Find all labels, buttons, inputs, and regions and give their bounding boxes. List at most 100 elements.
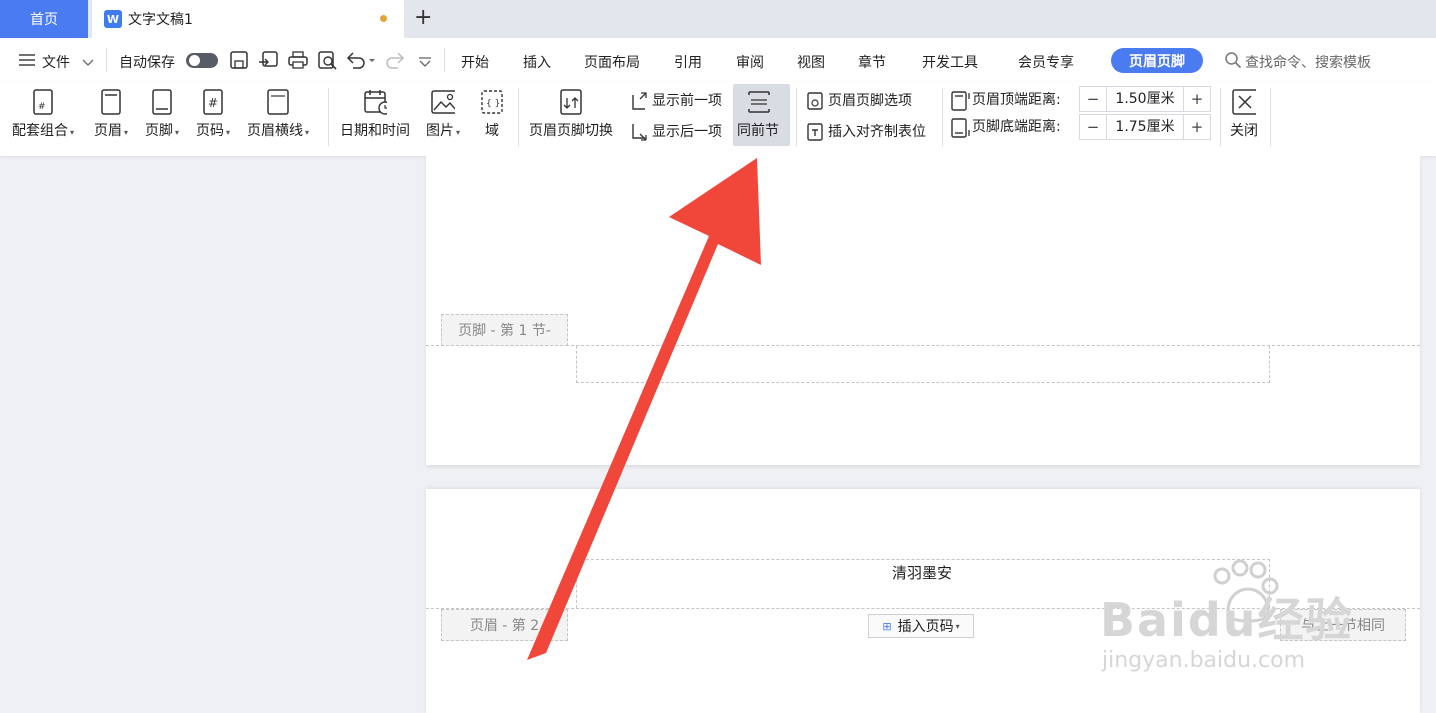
close-header-footer-button[interactable]: 关闭 <box>1230 88 1258 140</box>
header-footer-options-button[interactable]: 页眉页脚选项 <box>806 90 912 110</box>
hamburger-icon[interactable] <box>18 53 36 67</box>
page-number-small-icon: ⊞ <box>882 619 892 633</box>
undo-icon[interactable] <box>345 50 375 74</box>
menu-header-footer-tab[interactable]: 页眉页脚 <box>1111 48 1203 73</box>
header-button[interactable]: 页眉 ▾ <box>94 88 128 140</box>
writer-doc-icon: W <box>104 10 122 28</box>
footer-bottom-distance-stepper[interactable]: − 1.75厘米 + <box>1079 114 1211 140</box>
watermark-url: jingyan.baidu.com <box>1102 648 1306 673</box>
more-quick-actions-icon[interactable] <box>418 55 432 71</box>
show-next-button[interactable]: 显示后一项 <box>630 121 722 141</box>
field-icon: { } <box>480 88 504 116</box>
divider <box>444 48 445 72</box>
date-time-label: 日期和时间 <box>340 123 410 139</box>
header-top-distance: 页眉顶端距离: <box>950 89 1061 111</box>
divider <box>1220 88 1221 146</box>
show-next-label: 显示后一项 <box>652 124 722 140</box>
field-label: 域 <box>485 123 499 139</box>
tab-document[interactable]: W 文字文稿1 <box>92 0 404 38</box>
increase-button[interactable]: + <box>1184 118 1210 136</box>
field-button[interactable]: { } 域 <box>480 88 504 140</box>
autosave-toggle[interactable] <box>186 53 218 68</box>
footer-edit-area[interactable] <box>576 346 1270 383</box>
show-next-icon <box>630 122 648 141</box>
page-number-button[interactable]: # 页码 ▾ <box>196 88 230 140</box>
same-as-previous-label: 同前节 <box>737 123 779 139</box>
menu-insert[interactable]: 插入 <box>523 52 551 72</box>
watermark-brand: Baidu经验 <box>1100 593 1354 647</box>
footer-label: 页脚 <box>145 123 173 139</box>
redo-icon[interactable] <box>386 50 406 74</box>
switch-button[interactable]: 页眉页脚切换 <box>529 88 613 140</box>
divider <box>518 88 519 146</box>
header-text[interactable]: 清羽墨安 <box>892 562 952 583</box>
switch-icon <box>559 88 583 116</box>
combo-label: 配套组合 <box>12 123 68 139</box>
svg-text:{ }: { } <box>486 99 500 109</box>
menu-chapter[interactable]: 章节 <box>858 52 886 72</box>
decrease-button[interactable]: − <box>1080 90 1106 108</box>
header-top-distance-stepper[interactable]: − 1.50厘米 + <box>1079 86 1211 112</box>
combo-button[interactable]: # 配套组合 ▾ <box>12 88 74 140</box>
date-time-button[interactable]: 日期和时间 <box>340 88 410 140</box>
divider <box>328 88 329 146</box>
menu-file[interactable]: 文件 <box>42 52 70 72</box>
header-top-distance-icon <box>950 90 970 111</box>
footer-bottom-distance-icon <box>950 117 970 138</box>
footer-bottom-distance-label: 页脚底端距离: <box>972 119 1061 135</box>
footer-icon <box>150 88 174 116</box>
baidu-watermark: Baidu经验 jingyan.baidu.com <box>1100 556 1430 686</box>
page-number-label: 页码 <box>196 123 224 139</box>
menu-dev-tools[interactable]: 开发工具 <box>922 52 978 72</box>
header-label: 页眉 <box>94 123 122 139</box>
show-prev-button[interactable]: 显示前一项 <box>630 90 722 110</box>
insert-align-tab-label: 插入对齐制表位 <box>828 124 926 140</box>
menu-page-layout[interactable]: 页面布局 <box>584 52 640 72</box>
autosave-label: 自动保存 <box>119 55 175 71</box>
print-preview-icon[interactable] <box>317 50 339 74</box>
switch-label: 页眉页脚切换 <box>529 123 613 139</box>
picture-button[interactable]: 图片 ▾ <box>426 88 460 140</box>
unsaved-indicator <box>380 15 387 22</box>
picture-icon <box>431 88 455 116</box>
header-line-button[interactable]: 页眉横线 ▾ <box>247 88 309 140</box>
chevron-down-icon[interactable] <box>82 55 94 71</box>
svg-text:#: # <box>208 96 218 110</box>
options-icon <box>806 91 824 110</box>
search-icon[interactable] <box>1224 51 1242 73</box>
header-section-label: 页眉 - 第 2 <box>441 609 568 641</box>
export-icon[interactable] <box>258 50 280 74</box>
footer-button[interactable]: 页脚 ▾ <box>145 88 179 140</box>
same-as-previous-content[interactable]: 同前节 <box>737 88 779 140</box>
save-icon[interactable] <box>229 50 249 74</box>
insert-page-number-label: 插入页码 <box>897 619 954 635</box>
show-prev-icon <box>630 91 648 110</box>
header-footer-options-label: 页眉页脚选项 <box>828 93 912 109</box>
menu-start[interactable]: 开始 <box>461 52 489 72</box>
align-tab-icon <box>806 122 824 141</box>
menu-member[interactable]: 会员专享 <box>1018 52 1074 72</box>
divider <box>1270 88 1271 146</box>
footer-bottom-distance-value[interactable]: 1.75厘米 <box>1106 115 1184 139</box>
divider <box>796 88 797 146</box>
svg-text:#: # <box>38 102 46 112</box>
menu-view[interactable]: 视图 <box>797 52 825 72</box>
divider <box>106 48 107 72</box>
link-sections-icon <box>746 88 770 116</box>
picture-label: 图片 <box>426 123 454 139</box>
header-top-distance-value[interactable]: 1.50厘米 <box>1106 87 1184 111</box>
increase-button[interactable]: + <box>1184 90 1210 108</box>
header-icon <box>99 88 123 116</box>
combo-icon: # <box>31 88 55 116</box>
new-tab-button[interactable]: + <box>414 5 432 30</box>
page-1 <box>426 156 1420 465</box>
decrease-button[interactable]: − <box>1080 118 1106 136</box>
insert-page-number-button[interactable]: ⊞ 插入页码 ▾ <box>868 614 974 638</box>
search-input[interactable]: 查找命令、搜索模板 <box>1245 52 1371 72</box>
header-line-label: 页眉横线 <box>247 123 303 139</box>
menu-review[interactable]: 审阅 <box>736 52 764 72</box>
print-icon[interactable] <box>287 50 309 74</box>
tab-home[interactable]: 首页 <box>0 0 88 38</box>
menu-references[interactable]: 引用 <box>674 52 702 72</box>
insert-align-tab-button[interactable]: 插入对齐制表位 <box>806 121 926 141</box>
